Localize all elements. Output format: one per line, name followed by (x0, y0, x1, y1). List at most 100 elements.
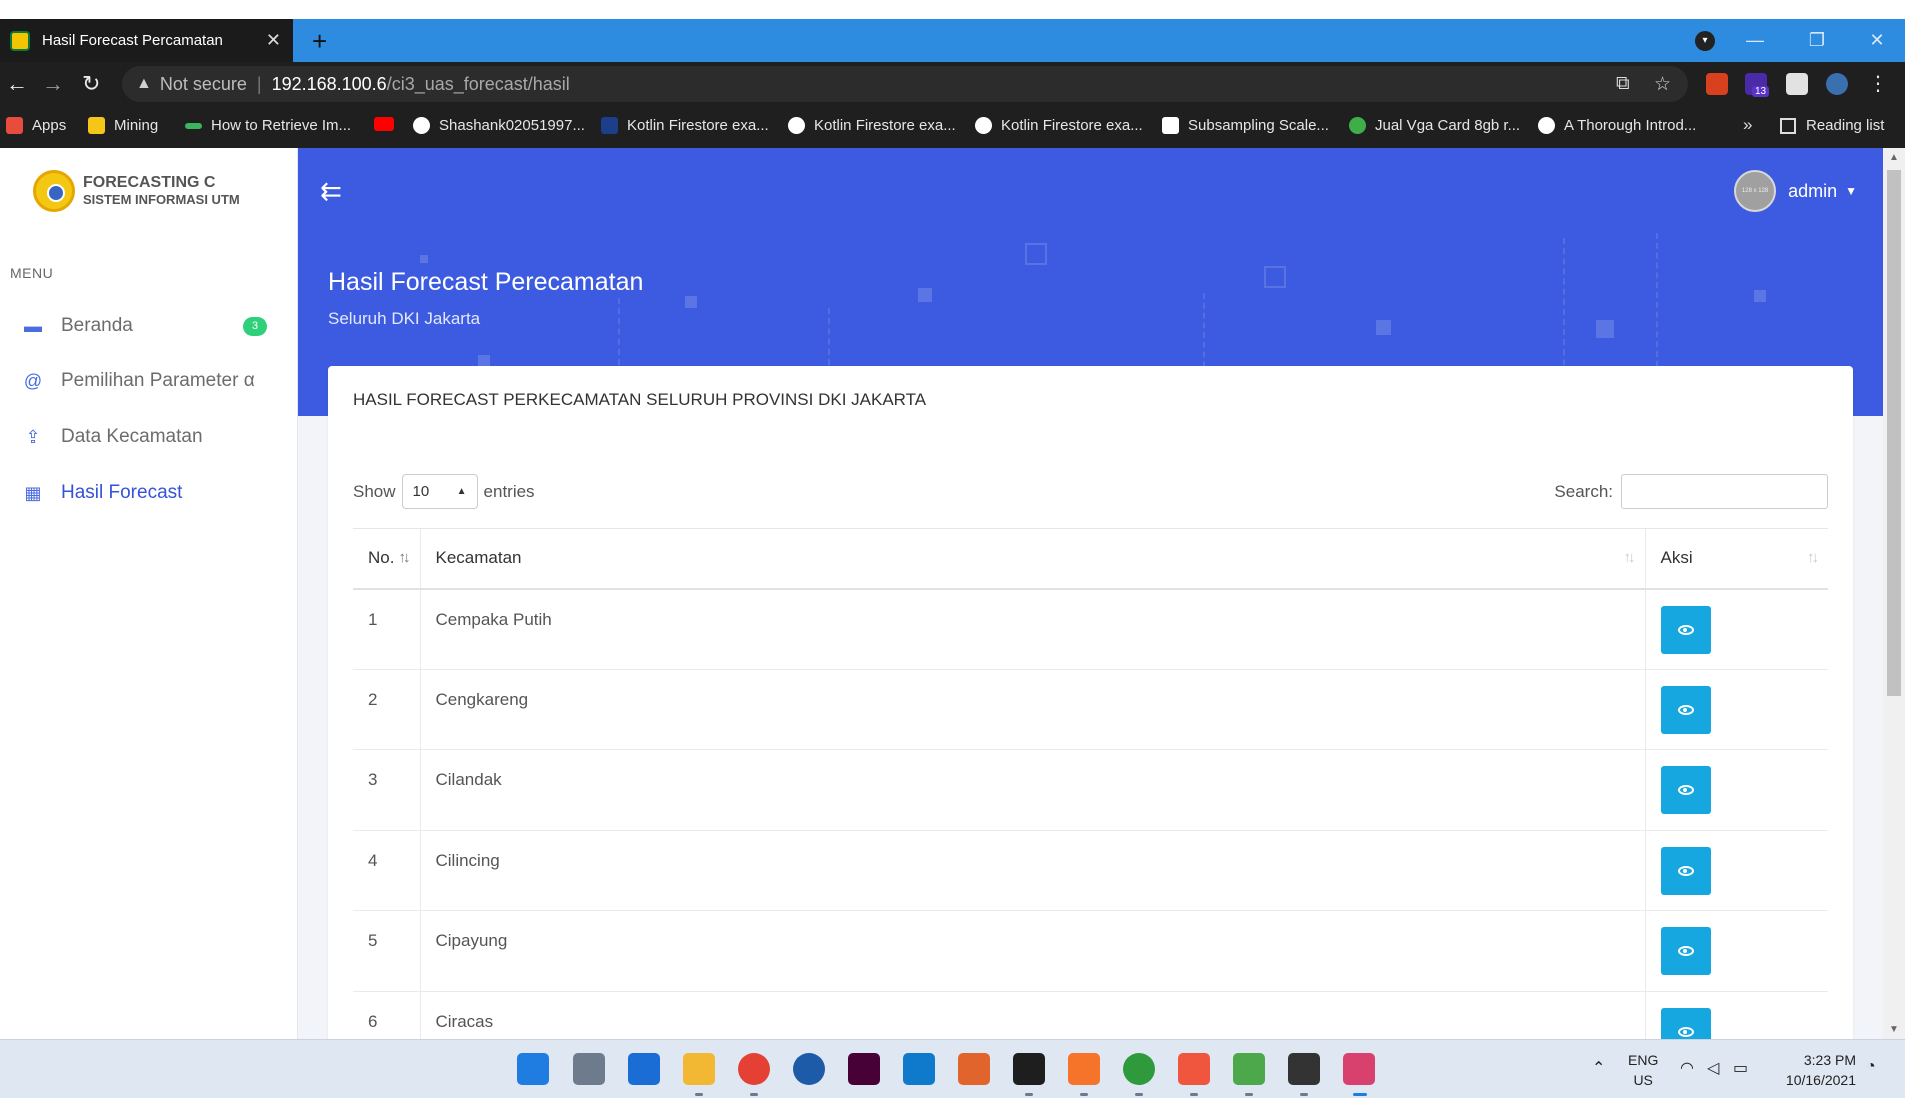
view-button[interactable] (1660, 685, 1711, 734)
snipping-tool-icon[interactable] (1343, 1053, 1375, 1085)
sidebar-item-beranda[interactable]: ▬ Beranda 3 (22, 311, 272, 341)
vscode-icon[interactable] (903, 1053, 935, 1085)
minimize-icon[interactable]: — (1730, 19, 1780, 62)
app-logo[interactable]: FORECASTING C SISTEM INFORMASI UTM (33, 170, 240, 212)
start-windows-icon[interactable] (517, 1053, 549, 1085)
sidebar-item-data-kecamatan[interactable]: ⇪ Data Kecamatan (22, 422, 272, 452)
battery-icon[interactable]: ▭ (1733, 1058, 1748, 1078)
app-icon[interactable] (1178, 1053, 1210, 1085)
terminal-icon[interactable] (1013, 1053, 1045, 1085)
url-path: /ci3_uas_forecast/hasil (386, 73, 570, 94)
wifi-icon[interactable]: ◠ (1680, 1058, 1694, 1078)
app-icon[interactable] (1123, 1053, 1155, 1085)
bookmark-item[interactable]: Kotlin Firestore exa... (975, 117, 1143, 134)
system-clock[interactable]: 3:23 PM 10/16/2021 (1776, 1050, 1856, 1090)
url-host: 192.168.100.6 (271, 73, 387, 94)
reload-icon[interactable]: ↻ (82, 71, 100, 97)
page-scrollbar[interactable]: ▲ ▼ (1883, 148, 1905, 1039)
matlab-icon[interactable] (958, 1053, 990, 1085)
volume-icon[interactable]: ◁ (1707, 1058, 1719, 1078)
running-indicator (1135, 1093, 1143, 1096)
cell-aksi (1644, 749, 1828, 831)
decoration (918, 288, 932, 302)
cell-aksi (1644, 669, 1828, 750)
bookmark-item[interactable]: Apps (6, 117, 66, 134)
new-tab-button[interactable]: + (312, 26, 327, 57)
scroll-down-icon[interactable]: ▼ (1889, 1024, 1899, 1035)
github-icon (413, 117, 430, 134)
widgets-icon[interactable] (628, 1053, 660, 1085)
decoration (685, 296, 697, 308)
bookmark-item[interactable]: A Thorough Introd... (1538, 117, 1696, 134)
user-menu[interactable]: 128 x 128 admin ▼ (1734, 170, 1857, 212)
table-row: 3 Cilandak (353, 749, 1828, 831)
bookmark-star-icon[interactable]: ☆ (1654, 73, 1671, 96)
forward-icon[interactable]: → (42, 71, 64, 97)
column-header-no[interactable]: No. ↑↓ (353, 528, 420, 590)
column-header-kecamatan[interactable]: Kecamatan ↑↓ (419, 528, 1645, 590)
file-explorer-icon[interactable] (683, 1053, 715, 1085)
sidebar-item-hasil-forecast[interactable]: ▦ Hasil Forecast (22, 478, 272, 508)
active-tab[interactable]: Hasil Forecast Percamatan ✕ (0, 19, 293, 62)
reading-list-icon (1780, 117, 1796, 134)
search-label: Search: (1554, 481, 1613, 501)
app-icon[interactable] (1233, 1053, 1265, 1085)
running-indicator (1300, 1093, 1308, 1096)
back-icon[interactable]: ← (6, 71, 28, 97)
menu-kebab-icon[interactable]: ⋮ (1868, 71, 1888, 96)
tab-close-icon[interactable]: ✕ (266, 30, 281, 51)
entries-select[interactable]: 10 ▲ (401, 474, 478, 509)
xampp-icon[interactable] (1068, 1053, 1100, 1085)
extensions-puzzle-icon[interactable] (1786, 73, 1808, 95)
cell-kecamatan: Cipayung (419, 910, 1645, 992)
view-button[interactable] (1660, 766, 1711, 814)
window-close-icon[interactable]: ✕ (1852, 19, 1902, 62)
sidebar-item-pemilihan-parameter[interactable]: @ Pemilihan Parameter α (22, 366, 272, 396)
site-favicon-icon (185, 122, 202, 129)
bookmark-item[interactable]: Shashank02051997... (413, 117, 585, 134)
chrome-icon[interactable] (738, 1053, 770, 1085)
omnibox[interactable]: ▲ Not secure | 192.168.100.6 /ci3_uas_fo… (122, 66, 1688, 102)
scroll-up-icon[interactable]: ▲ (1889, 152, 1899, 163)
typora-icon[interactable] (1288, 1053, 1320, 1085)
bookmark-item[interactable]: Kotlin Firestore exa... (788, 117, 956, 134)
eye-icon (1677, 704, 1694, 715)
bookmark-item[interactable] (374, 117, 403, 131)
bookmark-item[interactable]: Mining (88, 117, 158, 134)
scrollbar-thumb[interactable] (1887, 170, 1901, 696)
bookmark-item[interactable]: Subsampling Scale... (1162, 117, 1329, 134)
search-input[interactable] (1621, 474, 1828, 509)
bookmark-item[interactable]: Jual Vga Card 8gb r... (1349, 117, 1520, 134)
cell-no: 2 (353, 669, 420, 750)
task-view-icon[interactable] (573, 1053, 605, 1085)
sort-icon: ↑↓ (1807, 549, 1819, 566)
translate-icon[interactable]: ⧉ (1616, 73, 1630, 95)
view-button[interactable] (1660, 605, 1711, 654)
tab-title: Hasil Forecast Percamatan (42, 32, 223, 49)
forecast-card: HASIL FORECAST PERKECAMATAN SELURUH PROV… (328, 366, 1853, 1039)
bookmarks-more-icon[interactable]: » (1743, 115, 1752, 135)
notification-icon[interactable]: ◔ (1866, 1058, 1876, 1076)
extension-icon[interactable] (1706, 73, 1728, 95)
tab-search-icon[interactable]: ▾ (1695, 31, 1715, 51)
view-button[interactable] (1660, 846, 1711, 895)
cell-kecamatan: Cilandak (419, 749, 1645, 831)
column-header-aksi[interactable]: Aksi ↑↓ (1644, 528, 1828, 590)
app-icon[interactable] (793, 1053, 825, 1085)
bookmark-item[interactable]: How to Retrieve Im... (185, 117, 351, 134)
address-toolbar: ← → ↻ ▲ Not secure | 192.168.100.6 /ci3_… (0, 62, 1905, 106)
decoration (1025, 243, 1047, 265)
language-indicator[interactable]: ENG US (1628, 1050, 1658, 1090)
view-button[interactable] (1660, 1007, 1711, 1039)
sidebar-toggle-icon[interactable]: ⇇ (320, 176, 342, 207)
reading-list-button[interactable]: Reading list (1780, 117, 1884, 134)
menu-title: MENU (10, 265, 54, 281)
view-button[interactable] (1660, 927, 1711, 975)
taskbar: ⌃ ENG US ◠ ◁ ▭ 3:23 PM 10/16/2021 ◔ (0, 1039, 1905, 1098)
chevron-up-icon[interactable]: ⌃ (1592, 1058, 1605, 1078)
bookmark-item[interactable]: Kotlin Firestore exa... (601, 117, 769, 134)
restore-icon[interactable]: ❐ (1792, 19, 1842, 62)
profile-avatar[interactable] (1826, 73, 1848, 95)
eye-icon (1677, 785, 1694, 795)
adobe-xd-icon[interactable] (848, 1053, 880, 1085)
